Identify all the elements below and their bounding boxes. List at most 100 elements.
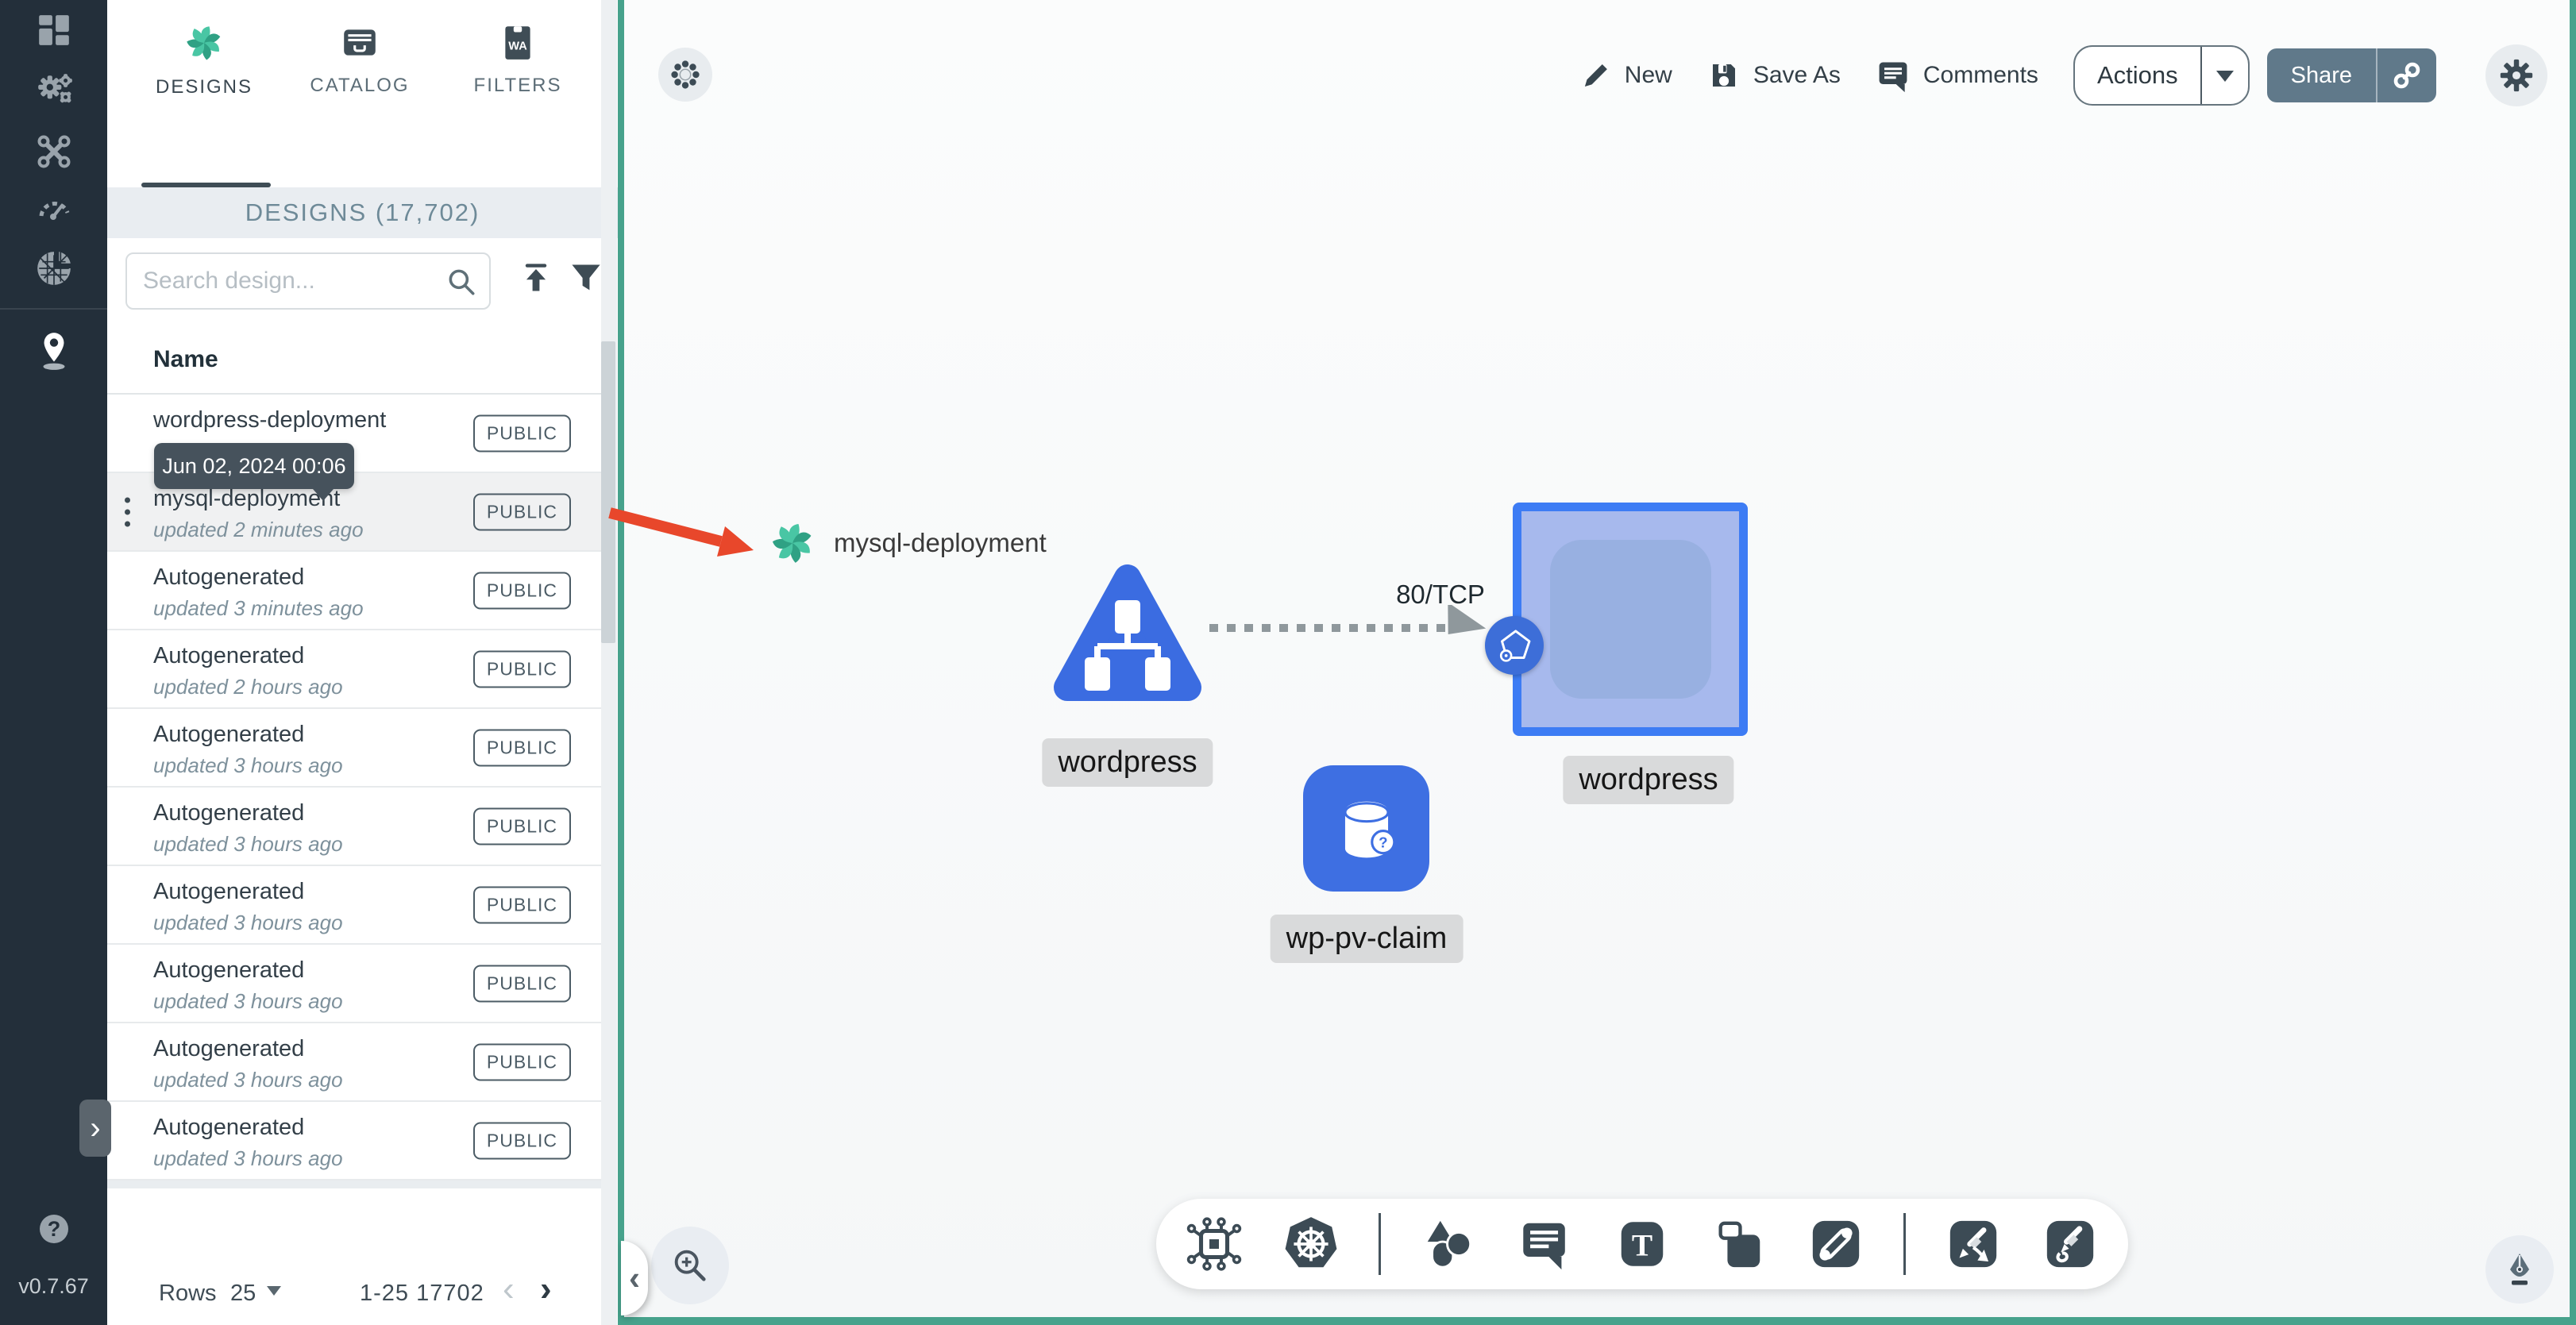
search-input[interactable] [143,254,437,308]
shapes-icon [1427,1220,1472,1269]
freehand-draw-tool[interactable] [2041,1215,2100,1273]
settings-button[interactable] [2485,44,2547,106]
search-icon[interactable] [445,265,478,302]
tab-filters-label: FILTERS [473,75,562,96]
pencil-icon [1584,64,1607,87]
design-name: Autogenerated [153,957,305,983]
design-row[interactable]: Autogenerated updated 3 hours ago PUBLIC [107,1023,601,1102]
svg-text:T: T [1632,1228,1652,1263]
text-tool[interactable]: T [1613,1215,1672,1273]
comments-label: Comments [1922,62,2038,88]
list-scrollbar-thumb[interactable] [601,341,615,643]
design-row[interactable]: Autogenerated updated 2 hours ago PUBLIC [107,630,601,709]
nav-help[interactable]: ? [0,1199,107,1259]
chevron-down-icon [2215,70,2234,91]
design-row[interactable]: Autogenerated updated 3 hours ago PUBLIC [107,945,601,1023]
design-name: Autogenerated [153,879,305,904]
visibility-badge: PUBLIC [472,650,571,688]
design-updated: updated 3 hours ago [153,989,343,1013]
actions-dropdown[interactable] [2202,61,2248,91]
design-updated: updated 3 hours ago [153,753,343,777]
filters-wa-icon: WA [505,26,530,60]
visibility-badge: PUBLIC [472,493,571,530]
mysql-deployment-label: mysql-deployment [834,528,1047,557]
wordpress-deployment-node[interactable] [1048,554,1207,722]
meshery-logo-icon [187,26,221,60]
save-icon [1712,64,1735,87]
comment-bubble-icon [1523,1223,1565,1270]
design-name: Autogenerated [153,1115,305,1140]
comment-tool[interactable] [1516,1215,1575,1273]
list-header: Name [107,324,601,395]
search-row [107,238,618,324]
service-badge[interactable] [1485,616,1544,675]
gear-icon [2500,59,2533,92]
components-tool[interactable] [1185,1215,1244,1273]
panel-collapse-handle[interactable]: ‹ [621,1241,648,1315]
actions-button[interactable]: Actions [2073,45,2250,106]
deployment-label: wordpress [1042,738,1213,787]
pen-nib-icon [2510,1254,2529,1285]
new-button[interactable]: New [1579,59,1672,92]
edge-deployment-to-service[interactable] [1209,624,1448,632]
design-row[interactable]: Autogenerated updated 3 hours ago PUBLIC [107,709,601,788]
kubernetes-tool[interactable] [1282,1215,1340,1273]
tab-designs[interactable]: DESIGNS [137,22,272,98]
design-row[interactable]: Autogenerated updated 3 hours ago PUBLIC [107,788,601,866]
frame-icon [1718,1221,1760,1268]
relationship-tool[interactable] [1807,1215,1865,1273]
design-mode-button[interactable] [2485,1235,2554,1304]
column-name: Name [153,346,218,372]
nav-dashboard[interactable] [0,0,107,60]
copy-link-button[interactable] [2377,60,2436,91]
extensions-pie-icon [37,252,71,285]
nav-extensions[interactable] [0,238,107,299]
page-next-icon[interactable]: › [540,1269,552,1309]
row-menu-icon[interactable] [125,497,130,526]
import-design-button[interactable] [514,256,558,300]
tab-catalog[interactable]: CATALOG [292,22,427,97]
rows-per-page-select[interactable]: 25 [230,1281,282,1307]
rail-expand-handle[interactable]: › [79,1100,111,1157]
gears-icon [37,74,72,103]
page-prev-icon[interactable]: ‹ [503,1269,515,1309]
nav-kanvas-active[interactable] [0,321,107,381]
visibility-badge: PUBLIC [472,572,571,609]
wp-pv-claim-node[interactable]: ? [1303,765,1429,892]
text-icon: T [1621,1222,1664,1266]
wordpress-service-node[interactable] [1513,503,1748,736]
save-as-button[interactable]: Save As [1707,59,1841,92]
gauge-icon [39,202,69,220]
design-row[interactable]: Autogenerated updated 3 minutes ago PUBL… [107,552,601,630]
svg-text:?: ? [47,1217,60,1241]
mysql-deployment-node[interactable]: mysql-deployment [769,519,1047,567]
zoom-in-button[interactable] [651,1227,729,1304]
design-row[interactable]: Autogenerated updated 3 hours ago PUBLIC [107,1102,601,1181]
design-updated: updated 2 hours ago [153,675,343,699]
tab-filters[interactable]: WA FILTERS [450,22,585,97]
frame-tool[interactable] [1710,1215,1768,1273]
actions-label: Actions [2096,61,2178,89]
comments-button[interactable]: Comments [1876,58,2038,93]
design-canvas[interactable]: New Save As Comments Actions Share mysql… [618,0,2576,1325]
nav-configuration[interactable] [0,121,107,181]
design-name: Autogenerated [153,564,305,590]
toolbar-divider [1903,1213,1906,1275]
magnifier-plus-icon [674,1250,706,1281]
pen-tool[interactable] [1944,1215,2003,1273]
shapes-tool[interactable] [1419,1215,1478,1273]
design-list: wordpress-deployment PUBLIC mysql-deploy… [107,395,601,1181]
nav-rail: ? v0.7.67 › [0,0,111,1325]
share-button[interactable]: Share [2266,48,2436,102]
panel-footer: Rows 25 1-25 17702 ‹ › [107,1181,601,1325]
nav-lifecycle[interactable] [0,60,107,121]
list-scrollbar-track[interactable] [601,0,617,1325]
link-icon [2393,62,2420,89]
canvas-menu-button[interactable] [658,48,712,102]
new-label: New [1624,62,1672,88]
nav-performance[interactable] [0,178,107,238]
pvc-label: wp-pv-claim [1270,915,1463,963]
kanvas-app: ? v0.7.67 › DESIGNS CATALOG WA FILTERS D… [0,0,2576,1325]
design-row[interactable]: Autogenerated updated 3 hours ago PUBLIC [107,866,601,945]
tab-designs-label: DESIGNS [155,76,253,98]
